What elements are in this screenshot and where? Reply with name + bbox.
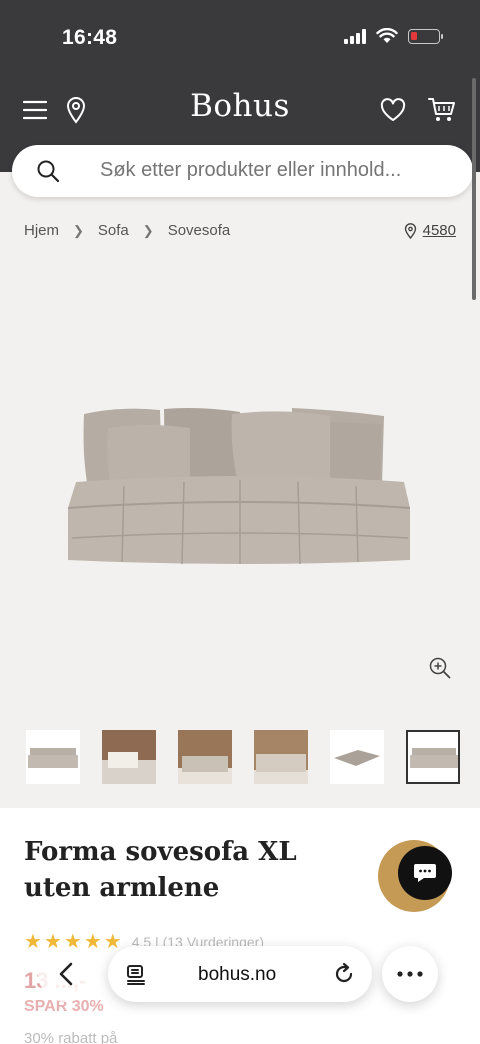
cart-icon[interactable] <box>426 94 458 126</box>
thumbnail-2[interactable] <box>102 730 156 784</box>
chevron-left-icon <box>59 962 73 986</box>
search-bar[interactable] <box>12 145 473 197</box>
store-selector[interactable]: 4580 <box>404 222 456 239</box>
reader-icon[interactable] <box>126 964 146 986</box>
location-pin-icon <box>404 222 416 239</box>
browser-url-bar[interactable]: bohus.no <box>108 946 372 1002</box>
breadcrumb-home[interactable]: Hjem <box>24 222 59 239</box>
battery-icon <box>408 28 443 44</box>
browser-more-button[interactable] <box>382 946 438 1002</box>
search-icon <box>37 160 60 183</box>
status-time: 16:48 <box>62 26 118 49</box>
breadcrumb: Hjem ❯ Sofa ❯ Sovesofa <box>24 222 230 239</box>
chat-icon <box>414 864 436 882</box>
product-image[interactable] <box>0 256 480 706</box>
thumbnail-strip <box>0 718 480 808</box>
thumbnail-1[interactable] <box>26 730 80 784</box>
thumbnail-6-active[interactable] <box>406 730 460 784</box>
discount-text: 30% rabatt på <box>24 1030 118 1044</box>
sofa-illustration <box>67 408 411 565</box>
breadcrumb-sovesofa[interactable]: Sovesofa <box>168 222 231 239</box>
store-number[interactable]: 4580 <box>423 222 456 239</box>
browser-back-button[interactable] <box>38 946 94 1002</box>
thumbnail-3[interactable] <box>178 730 232 784</box>
star-half-icon: ★ <box>103 931 122 953</box>
thumbnail-4[interactable] <box>254 730 308 784</box>
url-text[interactable]: bohus.no <box>198 964 276 986</box>
wifi-icon <box>376 28 398 43</box>
more-icon <box>397 971 423 977</box>
star-icon: ★ <box>83 931 102 953</box>
chevron-right-icon: ❯ <box>142 222 154 238</box>
cellular-signal-icon <box>344 28 366 44</box>
chat-button[interactable] <box>398 846 452 900</box>
star-icon: ★ <box>24 931 42 953</box>
product-title: Forma sovesofa XL uten armlene <box>24 837 297 903</box>
chevron-right-icon: ❯ <box>73 222 84 238</box>
zoom-in-icon[interactable] <box>428 656 452 685</box>
heart-icon[interactable] <box>377 94 409 126</box>
status-icons <box>344 28 443 44</box>
thumbnail-5[interactable] <box>330 730 384 784</box>
breadcrumb-sofa[interactable]: Sofa <box>98 222 129 239</box>
reload-icon[interactable] <box>332 962 356 986</box>
search-input[interactable] <box>100 159 460 182</box>
